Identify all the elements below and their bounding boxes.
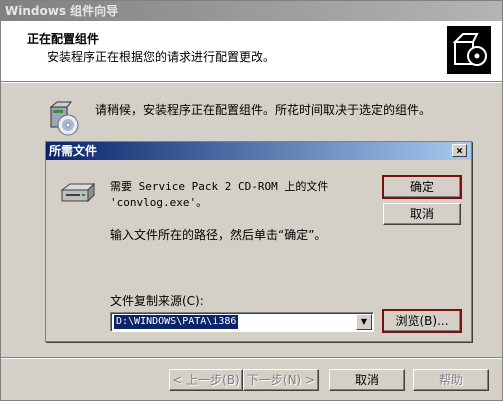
wizard-cancel-button[interactable]: 取消 (329, 369, 405, 391)
source-path-value[interactable]: D:\WINDOWS\PATA\i386 (114, 315, 239, 329)
message-line-1: 需要 Service Pack 2 CD-ROM 上的文件 (110, 180, 329, 193)
dialog-title: 所需文件 (49, 144, 98, 158)
progress-info-text: 请稍候，安装程序正在配置组件。所花时间取决于选定的组件。 (95, 103, 432, 117)
instruction-text: 输入文件所在的路径，然后单击“确定”。 (110, 228, 327, 242)
cd-rom-drive-icon (60, 182, 96, 204)
installer-box-cd-icon (447, 26, 491, 74)
header-title: 正在配置组件 (27, 32, 100, 46)
source-path-label: 文件复制来源(C): (110, 294, 204, 308)
wizard-titlebar: Windows 组件向导 (1, 1, 502, 21)
back-button[interactable]: < 上一步(B) (169, 369, 243, 391)
footer-separator (1, 357, 502, 359)
next-button[interactable]: 下一步(N) > (243, 369, 319, 391)
windows-components-wizard: Windows 组件向导 正在配置组件 安装程序正在根据您的请求进行配置更改。 … (0, 0, 503, 401)
dialog-titlebar: 所需文件 × (46, 142, 471, 160)
wizard-header: 正在配置组件 安装程序正在根据您的请求进行配置更改。 (1, 21, 502, 82)
message-line-2: 'convlog.exe'。 (110, 196, 208, 209)
browse-button[interactable]: 浏览(B)... (382, 309, 462, 333)
chevron-down-icon[interactable]: ▼ (356, 314, 372, 330)
header-subtitle: 安装程序正在根据您的请求进行配置更改。 (47, 50, 276, 64)
help-button[interactable]: 帮助 (413, 369, 489, 391)
required-files-dialog: 所需文件 × 需要 Service Pack 2 CD-ROM 上的文件 'co… (45, 141, 472, 342)
ok-button[interactable]: 确定 (382, 175, 462, 199)
installer-cd-icon (47, 101, 81, 137)
close-button[interactable]: × (452, 144, 467, 157)
window-title: Windows 组件向导 (5, 4, 119, 18)
cancel-button[interactable]: 取消 (383, 203, 461, 225)
source-path-combobox[interactable]: D:\WINDOWS\PATA\i386 ▼ (110, 312, 374, 332)
